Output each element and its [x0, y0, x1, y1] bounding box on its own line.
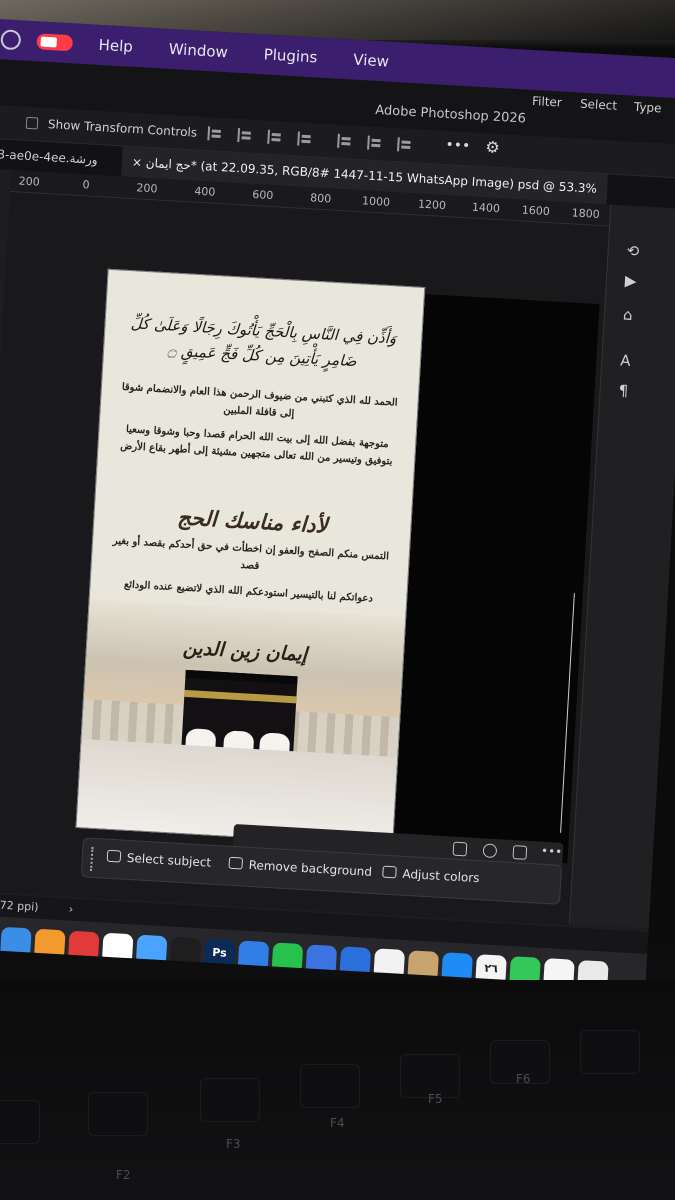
menu-window[interactable]: Window [168, 40, 228, 61]
adjust-colors-label: Adjust colors [402, 866, 480, 886]
align-bottom-icon[interactable] [367, 135, 382, 151]
keyboard-key [300, 1064, 360, 1108]
contrast-icon[interactable] [482, 843, 498, 859]
menu-filter[interactable]: Filter [532, 94, 562, 110]
key-f5: F5 [428, 1092, 443, 1106]
gear-icon[interactable]: ⚙ [485, 137, 500, 157]
add-adjustment-icon[interactable] [512, 845, 528, 860]
dock-app-label: ٢٦ [484, 961, 499, 976]
menu-help[interactable]: Help [98, 36, 133, 56]
hajj-headline: لأداء مناسك الحج [176, 504, 329, 538]
document-canvas[interactable]: وَأَذِّن فِي النَّاسِ بِالْحَجِّ يَأْتُو… [75, 268, 426, 847]
show-transform-label[interactable]: Show Transform Controls [48, 117, 198, 140]
ruler-tick: 600 [251, 187, 274, 203]
screen-recording-toggle[interactable] [36, 33, 74, 52]
history-icon[interactable]: ⟲ [626, 242, 640, 261]
align-left-icon[interactable] [207, 126, 223, 142]
keyboard-key [0, 1100, 40, 1144]
align-middle-icon[interactable] [337, 133, 352, 149]
app-title: Adobe Photoshop 2026 [374, 102, 527, 127]
person-icon [106, 849, 122, 863]
menu-plugins[interactable]: Plugins [263, 45, 318, 66]
ruler-tick: 400 [194, 184, 216, 199]
image-icon [228, 856, 244, 870]
keyboard-key [88, 1092, 148, 1136]
menu-type[interactable]: Type [634, 100, 662, 116]
keyboard-key [580, 1030, 640, 1074]
close-icon[interactable]: × [132, 155, 147, 170]
show-transform-checkbox[interactable] [25, 116, 39, 130]
align-right-icon[interactable] [267, 129, 283, 145]
more-icon[interactable]: ••• [541, 844, 563, 859]
key-f2: F2 [116, 1168, 131, 1182]
remove-background-button[interactable]: Remove background [228, 856, 373, 879]
align-center-icon[interactable] [237, 128, 253, 143]
chevron-right-icon[interactable]: › [68, 903, 73, 916]
stamp-icon[interactable]: ⌂ [622, 306, 633, 325]
paragraph-journey: متوجهة بفضل الله إلى بيت الله الحرام قصد… [119, 424, 393, 468]
kiswa-gold-band [184, 689, 297, 704]
select-subject-button[interactable]: Select subject [106, 849, 212, 870]
paragraph-forgiveness: التمس منكم الصفح والعفو إن اخطأت في حق أ… [112, 535, 390, 572]
ruler-tick: 1800 [571, 206, 601, 221]
ruler-tick: 1600 [521, 203, 551, 219]
ruler-tick: 200 [136, 181, 158, 196]
play-action-icon[interactable]: ▶ [624, 272, 637, 291]
quran-verse: وَأَذِّن فِي النَّاسِ بِالْحَجِّ يَأْتُو… [130, 314, 397, 371]
ruler-tick: 0 [82, 178, 90, 192]
menu-view[interactable]: View [353, 51, 390, 71]
search-icon[interactable] [0, 29, 22, 51]
ruler-tick: 1200 [417, 197, 447, 213]
key-f3: F3 [226, 1137, 241, 1151]
key-f6: F6 [516, 1072, 531, 1086]
monitor-screen: Help Window Plugins View Adobe Photoshop… [0, 18, 675, 988]
more-options-icon[interactable]: ••• [445, 137, 471, 154]
bookmark-icon[interactable] [452, 841, 468, 857]
ruler-tick: 200 [18, 174, 41, 189]
ruler-tick: 1400 [471, 200, 501, 216]
drag-handle-icon[interactable] [90, 846, 96, 871]
dock-app-label: Ps [212, 945, 228, 960]
adjust-icon [382, 865, 397, 879]
paragraph-gratitude: الحمد لله الذي كتبني من ضيوف الرحمن هذا … [121, 381, 398, 420]
keyboard: F2 F3 F4 F5 F6 [0, 980, 675, 1200]
document-size: x 1920 px (72 ppi) [0, 895, 39, 914]
distribute-icon[interactable] [397, 137, 412, 153]
paragraph-icon[interactable]: ¶ [618, 381, 629, 400]
canvas-dark-area [392, 294, 600, 864]
adjust-colors-button[interactable]: Adjust colors [382, 865, 480, 886]
character-icon[interactable]: A [620, 351, 631, 370]
align-top-icon[interactable] [297, 131, 312, 147]
ruler-tick: 800 [309, 191, 332, 206]
ruler-tick: 1000 [361, 194, 391, 209]
key-f4: F4 [330, 1116, 345, 1130]
keyboard-key [200, 1078, 260, 1122]
select-subject-label: Select subject [126, 850, 212, 870]
remove-background-label: Remove background [248, 857, 373, 879]
menu-select[interactable]: Select [580, 97, 618, 113]
